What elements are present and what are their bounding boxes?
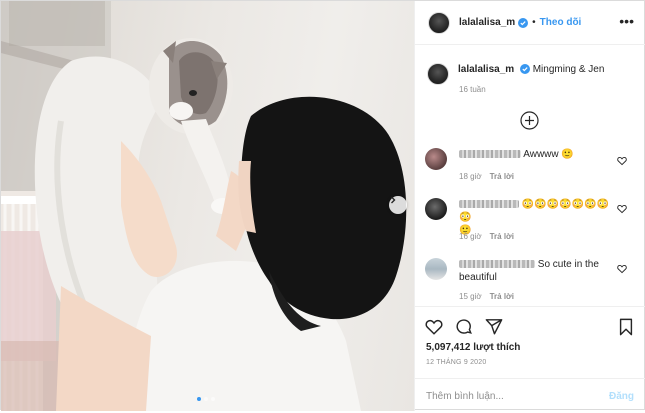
comment-meta: 16 giờ Trả lời: [459, 232, 514, 241]
like-comment-heart-icon[interactable]: [617, 204, 627, 214]
comment-input[interactable]: [426, 390, 586, 402]
share-button[interactable]: [484, 317, 504, 337]
comment-text: So cute in the: [537, 259, 599, 270]
comment-button[interactable]: [454, 317, 474, 337]
send-icon: [485, 319, 503, 335]
comment-body: Awwww 🙂: [459, 148, 619, 161]
comment-time[interactable]: 15 giờ: [459, 292, 482, 301]
next-slide-button[interactable]: [389, 196, 407, 214]
post-actions: 5,097,412 lượt thích 12 THÁNG 9 2020 Đăn…: [414, 306, 645, 412]
comment-text-line2: beautiful: [459, 272, 497, 283]
author-avatar[interactable]: [428, 11, 450, 34]
comment-meta: 15 giờ Trả lời: [459, 292, 514, 301]
like-count[interactable]: 5,097,412 lượt thích: [426, 342, 520, 353]
reply-button[interactable]: Trả lời: [490, 292, 514, 301]
comment-body: So cute in the beautiful: [459, 258, 619, 284]
caption-text: lalalalisa_m Mingming & Jen: [458, 63, 604, 77]
blurred-username: [459, 200, 519, 209]
commenter-avatar[interactable]: [425, 148, 447, 170]
instagram-post: lalalalisa_m • Theo dõi ••• lalalalisa_m…: [0, 0, 645, 412]
reply-button[interactable]: Trả lời: [490, 232, 514, 241]
verified-badge-icon: [519, 64, 530, 74]
comment-bubble-icon: [456, 319, 472, 334]
more-options-icon[interactable]: •••: [619, 13, 634, 29]
save-button[interactable]: [616, 317, 636, 337]
blurred-username: [459, 150, 521, 159]
header-separator: •: [532, 17, 536, 28]
carousel-dots: [197, 397, 215, 401]
comment-text: Awwww 🙂: [523, 149, 574, 160]
comment-meta: 18 giờ Trả lời: [459, 172, 514, 181]
reply-button[interactable]: Trả lời: [490, 172, 514, 181]
post-date[interactable]: 12 THÁNG 9 2020: [426, 359, 486, 366]
comment-time[interactable]: 16 giờ: [459, 232, 482, 241]
post-header: lalalalisa_m • Theo dõi: [415, 1, 645, 45]
post-comment-button[interactable]: Đăng: [609, 391, 634, 402]
follow-button[interactable]: Theo dõi: [540, 17, 582, 28]
heart-icon: [425, 319, 443, 335]
caption-avatar[interactable]: [427, 63, 449, 85]
author-username[interactable]: lalalalisa_m: [459, 17, 515, 28]
caption-username[interactable]: lalalalisa_m: [458, 64, 514, 75]
verified-badge-icon: [518, 17, 529, 28]
like-button[interactable]: [424, 317, 444, 337]
carousel-dot: [211, 397, 215, 401]
carousel-dot: [197, 397, 201, 401]
photo-illustration: [1, 1, 407, 411]
comment-time[interactable]: 18 giờ: [459, 172, 482, 181]
commenter-avatar[interactable]: [425, 258, 447, 280]
like-comment-heart-icon[interactable]: [617, 156, 627, 166]
bookmark-icon: [619, 318, 633, 336]
plus-circle-icon: [520, 111, 539, 130]
blurred-username: [459, 260, 535, 269]
commenter-avatar[interactable]: [425, 198, 447, 220]
like-comment-heart-icon[interactable]: [617, 264, 627, 274]
caption-time[interactable]: 16 tuần: [459, 85, 486, 94]
chevron-right-icon: [391, 196, 396, 204]
add-comment-bar: Đăng: [414, 378, 645, 413]
post-photo[interactable]: [1, 1, 414, 411]
carousel-dot: [204, 397, 208, 401]
load-more-comments-button[interactable]: [520, 111, 539, 130]
action-icons: [424, 317, 504, 337]
caption-body: Mingming & Jen: [532, 64, 605, 75]
caption: lalalalisa_m Mingming & Jen: [427, 63, 604, 85]
